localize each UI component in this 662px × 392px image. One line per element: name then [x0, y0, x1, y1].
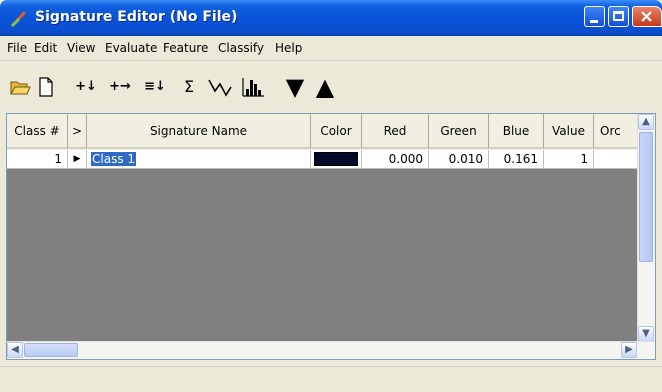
scroll-left-arrow-icon[interactable]: ◀ — [7, 342, 23, 358]
color-swatch[interactable] — [314, 152, 358, 166]
menu-file[interactable]: File — [7, 41, 27, 55]
value-cell[interactable]: 1 — [544, 150, 594, 169]
column-blue[interactable]: Blue — [489, 114, 544, 149]
row-pointer-icon: ▶ — [68, 150, 87, 169]
close-icon — [641, 11, 652, 22]
column-color[interactable]: Color — [311, 114, 362, 149]
menu-evaluate[interactable]: Evaluate — [105, 41, 157, 55]
column-red[interactable]: Red — [362, 114, 429, 149]
minimize-icon — [590, 20, 598, 23]
folder-open-icon[interactable] — [8, 75, 32, 99]
column-pointer[interactable]: > — [68, 114, 87, 149]
table-header: Class # > Signature Name Color Red Green… — [7, 114, 645, 150]
scroll-down-arrow-icon[interactable]: ▼ — [638, 326, 654, 342]
move-up-button[interactable]: ▲ — [312, 75, 338, 99]
new-document-icon[interactable] — [36, 75, 56, 99]
close-button[interactable] — [632, 6, 662, 27]
horizontal-scroll-thumb[interactable] — [24, 343, 78, 357]
class-number-cell[interactable]: 1 — [7, 150, 68, 169]
column-value[interactable]: Value — [544, 114, 594, 149]
window-title: Signature Editor (No File) — [35, 9, 238, 25]
maximize-button[interactable] — [608, 6, 629, 27]
blue-cell[interactable]: 0.161 — [489, 150, 544, 169]
sigma-icon[interactable]: Σ — [178, 75, 200, 99]
menu-classify[interactable]: Classify — [218, 41, 264, 55]
menu-view[interactable]: View — [67, 41, 95, 55]
menu-help[interactable]: Help — [275, 41, 302, 55]
append-class-button[interactable]: ≡↓ — [142, 75, 168, 99]
maximize-icon — [613, 11, 624, 21]
color-cell[interactable] — [311, 150, 362, 169]
scroll-up-arrow-icon[interactable]: ▲ — [638, 114, 654, 130]
column-signature-name[interactable]: Signature Name — [87, 114, 311, 149]
title-bar: Signature Editor (No File) — [0, 0, 662, 36]
vertical-scrollbar[interactable]: ▲ ▼ — [637, 114, 655, 343]
column-green[interactable]: Green — [429, 114, 489, 149]
signature-table[interactable]: Class # > Signature Name Color Red Green… — [6, 113, 656, 360]
add-class-button[interactable]: +↓ — [74, 75, 98, 99]
signature-editor-app-icon — [10, 10, 27, 28]
column-class-number[interactable]: Class # — [7, 114, 68, 149]
merge-class-button[interactable]: +→ — [106, 75, 134, 99]
line-plot-icon[interactable] — [206, 75, 234, 99]
signature-name-text[interactable]: Class 1 — [91, 152, 137, 166]
menu-edit[interactable]: Edit — [34, 41, 57, 55]
table-row[interactable]: 1 ▶ Class 1 0.000 0.010 0.161 1 — [7, 150, 645, 169]
signature-name-cell[interactable]: Class 1 — [87, 150, 311, 169]
menu-feature[interactable]: Feature — [163, 41, 208, 55]
green-cell[interactable]: 0.010 — [429, 150, 489, 169]
toolbar: +↓ +→ ≡↓ Σ ▼ ▲ — [0, 61, 662, 109]
histogram-icon[interactable] — [240, 75, 266, 99]
scroll-right-arrow-icon[interactable]: ▶ — [621, 342, 637, 358]
status-bar — [0, 366, 662, 392]
red-cell[interactable]: 0.000 — [362, 150, 429, 169]
vertical-scroll-thumb[interactable] — [639, 132, 653, 262]
minimize-button[interactable] — [584, 6, 605, 27]
menu-bar: File Edit View Evaluate Feature Classify… — [0, 36, 662, 61]
move-down-button[interactable]: ▼ — [282, 75, 308, 99]
horizontal-scrollbar[interactable]: ◀ ▶ — [7, 341, 655, 359]
